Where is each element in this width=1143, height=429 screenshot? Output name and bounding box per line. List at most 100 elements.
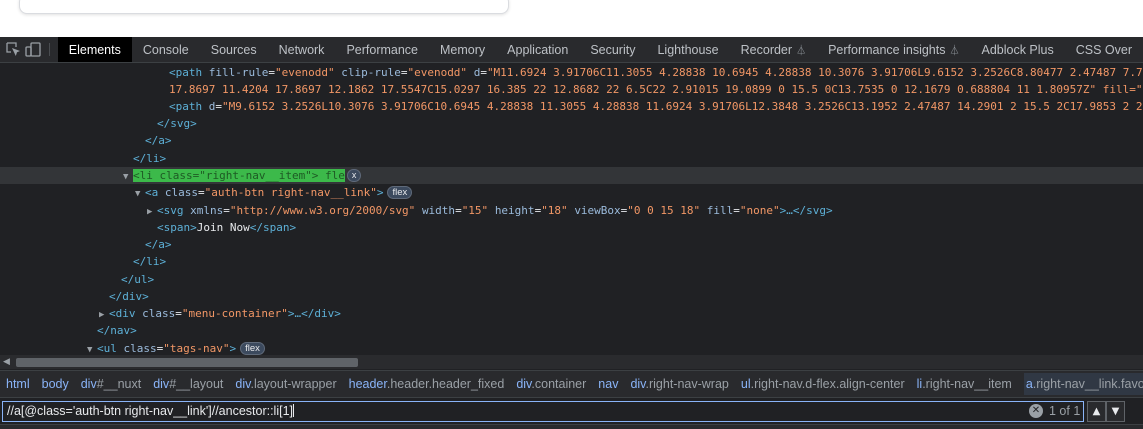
tab-lighthouse[interactable]: Lighthouse: [646, 37, 729, 62]
breadcrumb-item[interactable]: div.layout-wrapper: [235, 377, 336, 391]
clear-search-icon[interactable]: ✕: [1029, 404, 1043, 418]
dom-node-li-close[interactable]: </li>: [0, 253, 1143, 270]
tag-name: </div>: [109, 290, 149, 303]
breadcrumb-selector: #__layout: [169, 377, 224, 391]
breadcrumb-item[interactable]: div#__nuxt: [81, 377, 141, 391]
dom-node-svg[interactable]: ▶ <svg xmlns="http://www.w3.org/2000/svg"…: [0, 202, 1143, 219]
attr-value: "0 0 15 18": [627, 204, 701, 217]
inspect-element-icon[interactable]: [4, 37, 23, 62]
tab-performance-insights-label: Performance insights: [828, 42, 946, 57]
breadcrumb-tag: ul: [740, 377, 751, 391]
search-next-button[interactable]: ▼: [1106, 401, 1125, 422]
tag-name: >…</svg>: [779, 204, 833, 217]
breadcrumb-item[interactable]: div.container: [516, 377, 586, 391]
attr-value: "evenodd": [407, 66, 468, 79]
breadcrumb-selector: .layout-wrapper: [250, 377, 337, 391]
flex-badge[interactable]: x: [346, 169, 362, 182]
expand-triangle-icon[interactable]: ▼: [135, 186, 145, 203]
dom-node-li-selected[interactable]: ▼ <li class="right-nav__item"> fle x: [0, 167, 1143, 185]
tab-security[interactable]: Security: [579, 37, 646, 62]
dom-node-a-close[interactable]: </a>: [0, 132, 1143, 149]
search-previous-button[interactable]: ▲: [1087, 401, 1106, 422]
tag-name: </nav>: [97, 324, 137, 337]
page-card: [19, 0, 509, 14]
breadcrumb-selector: #__nuxt: [96, 377, 142, 391]
breadcrumb-item[interactable]: div#__layout: [153, 377, 223, 391]
tab-css-overview[interactable]: CSS Over: [1065, 37, 1143, 62]
attr-name: viewBox: [574, 204, 621, 217]
tab-recorder[interactable]: Recorder ⏃: [730, 37, 817, 62]
attr-value: "auth-btn right-nav__link": [204, 186, 377, 199]
dom-node-svg-close[interactable]: </svg>: [0, 115, 1143, 132]
device-toggle-icon[interactable]: [23, 37, 42, 62]
dom-node-span[interactable]: <span>Join Now</span>: [0, 219, 1143, 236]
breadcrumb-item[interactable]: li.right-nav__item: [917, 377, 1012, 391]
breadcrumb-tag: div: [630, 377, 646, 391]
attr-value: "M9.6152 3.2526L10.3076 3.91706C10.6945 …: [222, 100, 1143, 113]
tag-name: <a: [145, 186, 159, 199]
attr-name: clip-rule: [341, 66, 401, 79]
attr-name: class: [142, 307, 176, 320]
dom-node-path-continued: 17.8697 11.4204 17.8697 12.1862 17.5547C…: [0, 81, 1143, 98]
dom-node-ul-close[interactable]: </ul>: [0, 271, 1143, 288]
attr-name: fill-rule: [208, 66, 269, 79]
breadcrumb-item[interactable]: div.right-nav-wrap: [630, 377, 728, 391]
tab-performance-insights[interactable]: Performance insights ⏃: [817, 37, 970, 62]
tag-name: </a>: [145, 238, 172, 251]
expand-triangle-icon[interactable]: ▼: [87, 342, 97, 355]
breadcrumb-item[interactable]: html: [6, 377, 30, 391]
tab-console[interactable]: Console: [132, 37, 200, 62]
tag-name: </li>: [133, 152, 167, 165]
tag-name: >…</div>: [287, 307, 341, 320]
breadcrumb-item[interactable]: header.header.header_fixed: [349, 377, 505, 391]
breadcrumb-item[interactable]: body: [42, 377, 69, 391]
tab-sources[interactable]: Sources: [200, 37, 268, 62]
search-input-value: //a[@class='auth-btn right-nav__link']//…: [7, 404, 294, 418]
horizontal-scrollbar[interactable]: ◀: [0, 355, 1143, 369]
breadcrumb-item-active[interactable]: a.right-nav__link.favorite-: [1023, 373, 1143, 395]
attr-value: 17.8697 11.4204 17.8697 12.1862 17.5547C…: [169, 83, 1143, 96]
tag-name: </a>: [145, 134, 172, 147]
tab-performance[interactable]: Performance: [335, 37, 429, 62]
breadcrumb-item[interactable]: nav: [598, 377, 618, 391]
tab-elements[interactable]: Elements: [57, 37, 132, 62]
breadcrumb-item[interactable]: ul.right-nav.d-flex.align-center: [741, 377, 905, 391]
breadcrumb-tag: div: [235, 377, 251, 391]
attr-name: fill: [706, 204, 734, 217]
dom-node-path[interactable]: <path d="M9.6152 3.2526L10.3076 3.91706C…: [0, 98, 1143, 115]
tag-name: <ul: [97, 342, 117, 355]
breadcrumb-tag: div: [516, 377, 532, 391]
flex-badge[interactable]: flex: [387, 186, 413, 199]
toolbar-divider: [48, 43, 50, 56]
attr-name: d: [208, 100, 216, 113]
breadcrumb: html body div#__nuxt div#__layout div.la…: [0, 370, 1143, 397]
attr-value: "15": [461, 204, 489, 217]
tab-adblock-plus[interactable]: Adblock Plus: [970, 37, 1064, 62]
tag-name: </ul>: [121, 273, 155, 286]
dom-node-a-close[interactable]: </a>: [0, 236, 1143, 253]
breadcrumb-tag: div: [80, 377, 97, 391]
dom-node-path[interactable]: <path fill-rule="evenodd" clip-rule="eve…: [0, 64, 1143, 81]
dom-node-nav-close[interactable]: </nav>: [0, 322, 1143, 339]
attr-name: xmlns: [190, 204, 224, 217]
xpath-search-input[interactable]: //a[@class='auth-btn right-nav__link']//…: [2, 401, 1084, 422]
flex-badge[interactable]: flex: [240, 342, 265, 355]
dom-node-ul-tags[interactable]: ▼ <ul class="tags-nav"> flex: [0, 340, 1143, 355]
attr-name: class: [164, 186, 198, 199]
dom-node-li-close[interactable]: </li>: [0, 150, 1143, 167]
tab-recorder-label: Recorder: [740, 42, 793, 57]
attr-value: "M11.6924 3.91706C11.3055 4.28838 10.694…: [486, 66, 1143, 79]
dom-node-div-close[interactable]: </div>: [0, 288, 1143, 305]
text-caret: [293, 404, 295, 417]
devtools-tabbar: Elements Console Sources Network Perform…: [0, 37, 1143, 63]
dom-node-a-auth[interactable]: ▼ <a class="auth-btn right-nav__link"> fle…: [0, 184, 1143, 201]
attr-value: "evenodd": [274, 66, 335, 79]
scroll-left-icon[interactable]: ◀: [3, 357, 10, 367]
tab-application[interactable]: Application: [496, 37, 579, 62]
scrollbar-thumb[interactable]: [16, 358, 358, 367]
dom-node-menu-container[interactable]: ▶ <div class="menu-container">…</div>: [0, 305, 1143, 322]
tab-memory[interactable]: Memory: [429, 37, 496, 62]
tab-network[interactable]: Network: [268, 37, 336, 62]
tag-name: </li>: [133, 255, 167, 268]
breadcrumb-tag: a: [1025, 377, 1033, 391]
